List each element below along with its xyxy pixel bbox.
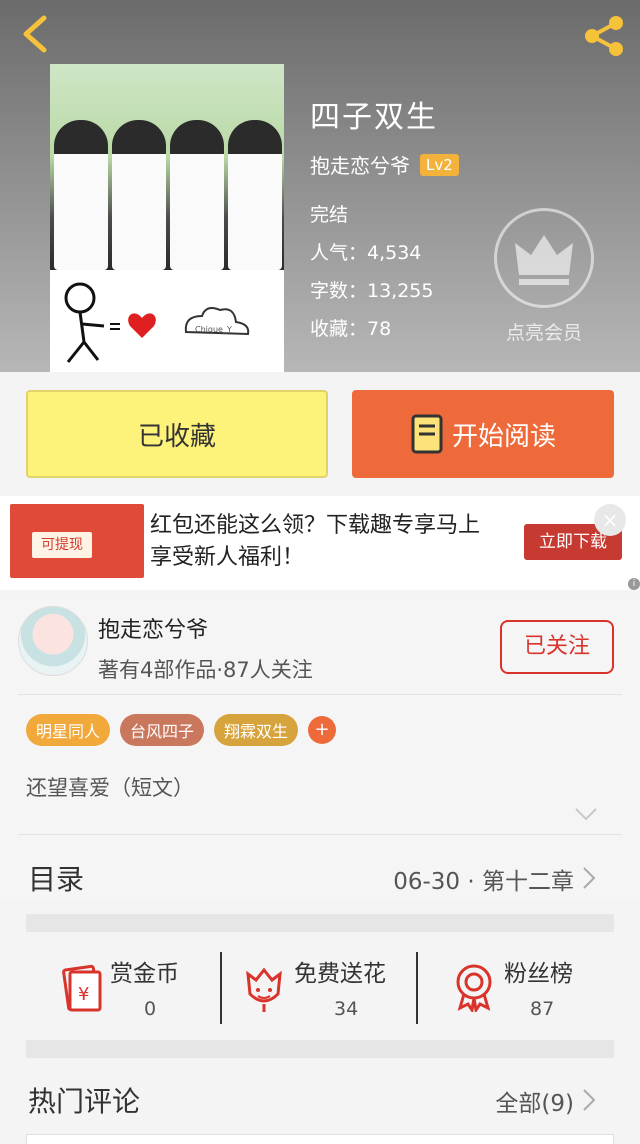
latest-chapter[interactable]: 06-30 · 第十二章 <box>393 862 574 896</box>
reward-cell[interactable]: ¥ 赏金币 0 <box>52 950 212 1026</box>
author-card-name[interactable]: 抱走恋兮爷 <box>98 612 208 644</box>
vip-label[interactable]: 点亮会员 <box>488 318 600 345</box>
tag-item[interactable]: 台风四子 <box>120 714 205 746</box>
flower-cell[interactable]: 免费送花 34 <box>240 950 410 1026</box>
book-cover[interactable]: Chique_Y <box>50 64 284 372</box>
divider <box>18 834 622 835</box>
flower-icon <box>246 967 282 1012</box>
author-row[interactable]: 抱走恋兮爷 Lv2 <box>310 150 459 179</box>
fans-label: 粉丝榜 <box>504 961 573 987</box>
comments-row[interactable]: 热门评论 全部(9) <box>0 1074 640 1124</box>
comment-card <box>26 1134 614 1144</box>
red-envelope-icon: ¥ <box>62 964 102 1012</box>
vip-button[interactable] <box>494 208 594 308</box>
chevron-down-icon[interactable] <box>574 806 598 822</box>
fans-value: 87 <box>530 998 555 1020</box>
all-comments-link[interactable]: 全部(9) <box>495 1084 574 1118</box>
reward-label: 赏金币 <box>110 961 179 987</box>
follow-button[interactable]: 已关注 <box>500 620 614 674</box>
ad-image[interactable]: 可提现 <box>10 504 144 578</box>
add-tag-button[interactable]: + <box>308 716 337 744</box>
book-header: Chique_Y 四子双生 抱走恋兮爷 Lv2 完结 人气：4,534 字数：1… <box>0 0 640 372</box>
cover-sketch: Chique_Y <box>50 270 284 372</box>
author-name[interactable]: 抱走恋兮爷 <box>310 150 410 179</box>
chevron-right-icon <box>583 1089 596 1111</box>
ad-text[interactable]: 红包还能这么领？下载趣专享马上享受新人福利！ <box>150 510 500 574</box>
ad-info-icon[interactable]: i <box>628 578 640 590</box>
catalog-title: 目录 <box>28 863 85 896</box>
popularity-text: 人气：4,534 <box>310 242 422 264</box>
share-button[interactable] <box>580 14 628 58</box>
favorites-text: 收藏：78 <box>310 318 392 340</box>
back-arrow-icon <box>23 15 47 53</box>
start-reading-label: 开始阅读 <box>451 421 556 452</box>
start-reading-button[interactable]: 开始阅读 <box>352 390 614 478</box>
collected-label: 已收藏 <box>137 421 216 452</box>
comments-title: 热门评论 <box>28 1085 141 1118</box>
author-avatar[interactable] <box>18 606 88 676</box>
word-count-text: 字数：13,255 <box>310 280 434 302</box>
divider <box>416 952 418 1024</box>
chevron-right-icon <box>583 867 596 889</box>
crown-icon <box>515 235 573 285</box>
section-separator <box>26 914 614 932</box>
tag-item[interactable]: 明星同人 <box>26 714 111 746</box>
flower-value: 34 <box>334 998 359 1020</box>
back-button[interactable] <box>16 12 56 56</box>
ad-close-icon[interactable]: × <box>594 504 626 536</box>
fans-cell[interactable]: 粉丝榜 87 <box>450 950 600 1026</box>
level-badge: Lv2 <box>420 153 459 176</box>
tag-item[interactable]: 翔霖双生 <box>214 714 299 746</box>
section-separator <box>26 1040 614 1058</box>
ad-image-text: 可提现 <box>32 532 92 558</box>
ad-banner[interactable]: 可提现 红包还能这么领？下载趣专享马上享受新人福利！ 立即下载 × i <box>0 496 640 590</box>
book-title: 四子双生 <box>310 100 438 135</box>
svg-text:Chique_Y: Chique_Y <box>195 325 232 334</box>
collected-button[interactable]: 已收藏 <box>26 390 328 478</box>
svg-text:¥: ¥ <box>78 984 89 1005</box>
flower-label: 免费送花 <box>294 961 386 987</box>
divider <box>18 694 622 695</box>
share-icon <box>585 16 623 56</box>
author-card-meta: 著有4部作品·87人关注 <box>98 658 313 682</box>
status-text: 完结 <box>310 204 349 226</box>
medal-icon <box>456 964 492 1012</box>
book-summary: 还望喜爱（短文） <box>26 776 194 800</box>
reward-value: 0 <box>144 998 157 1020</box>
tag-list: 明星同人 台风四子 翔霖双生 + <box>26 714 337 746</box>
stats-row: ¥ 赏金币 0 免费送花 34 粉丝榜 87 <box>0 944 640 1028</box>
cover-photo <box>50 64 284 270</box>
catalog-row[interactable]: 目录 06-30 · 第十二章 <box>0 850 640 906</box>
book-icon <box>411 414 443 454</box>
divider <box>220 952 222 1024</box>
